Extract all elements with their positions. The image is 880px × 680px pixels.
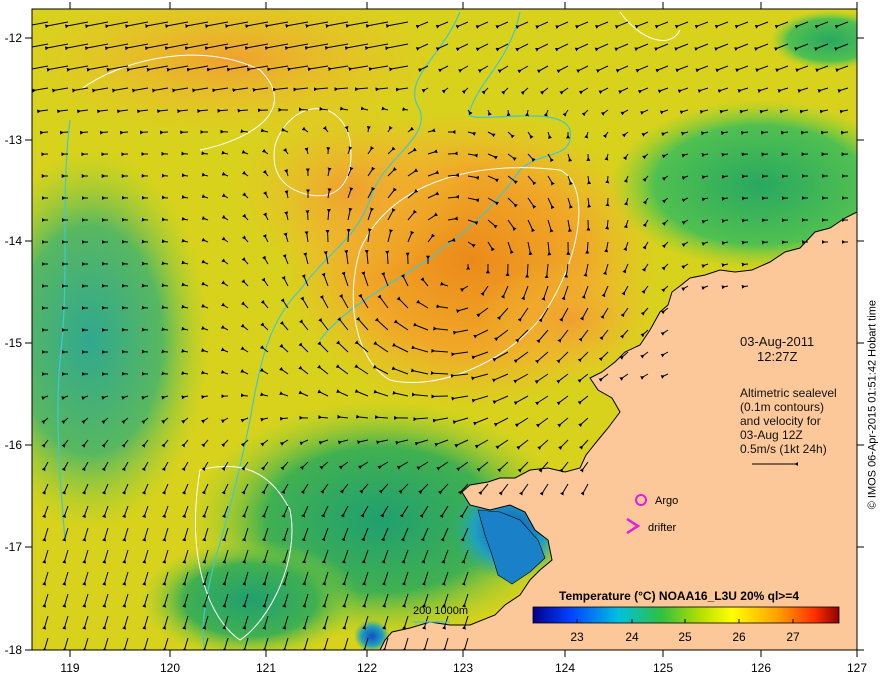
altimetry-line-5: 0.5m/s (1kt 24h) <box>740 442 827 456</box>
lat-label--17: -17 <box>5 540 23 554</box>
velocity-arrow <box>700 131 709 136</box>
velocity-arrow <box>181 326 189 331</box>
velocity-arrow <box>326 208 331 221</box>
lon-label-125: 125 <box>653 661 673 675</box>
altimetry-line-3: and velocity for <box>740 414 821 428</box>
colorbar-tick-27: 27 <box>786 630 800 644</box>
velocity-arrow <box>447 173 460 178</box>
lon-label-126: 126 <box>751 661 771 675</box>
velocity-arrow <box>374 415 389 420</box>
velocity-arrow <box>319 106 329 111</box>
lon-label-124: 124 <box>555 661 575 675</box>
velocity-arrow <box>237 108 249 113</box>
lat-label--18: -18 <box>5 643 23 657</box>
lon-label-123: 123 <box>453 661 473 675</box>
velocity-arrow <box>701 197 709 202</box>
velocity-arrow <box>181 238 189 243</box>
credit-text: © IMOS 06-Apr-2015 01:51:42 Hobart time <box>866 300 878 510</box>
velocity-arrow <box>701 175 709 180</box>
colorbar-title: Temperature (°C) NOAA16_L3U 20% ql>=4 <box>559 589 799 603</box>
velocity-arrow <box>217 108 229 113</box>
velocity-arrow <box>524 109 529 117</box>
colorbar-tick-23: 23 <box>570 630 584 644</box>
velocity-arrow <box>344 125 349 133</box>
velocity-arrow <box>201 395 209 399</box>
colorbar-tick-25: 25 <box>678 630 692 644</box>
velocity-arrow <box>346 228 351 243</box>
velocity-arrow <box>385 250 390 265</box>
colorbar: Temperature (°C) NOAA16_L3U 20% ql>=4 23… <box>532 589 840 644</box>
altimetry-note: Altimetric sealevel (0.1m contours) and … <box>740 386 837 456</box>
colorbar-tick-24: 24 <box>625 630 639 644</box>
lat-label--13: -13 <box>5 133 23 147</box>
colorbar-tick-26: 26 <box>732 630 746 644</box>
map-date: 03-Aug-2011 <box>740 334 815 349</box>
velocity-arrow <box>721 285 729 290</box>
drifter-label: drifter <box>648 522 676 534</box>
velocity-arrow <box>721 263 729 268</box>
lat-label--15: -15 <box>5 336 23 350</box>
lat-label--16: -16 <box>5 438 23 452</box>
lon-label-121: 121 <box>256 661 276 675</box>
lon-label-119: 119 <box>60 661 79 675</box>
velocity-arrow <box>221 150 229 155</box>
velocity-arrow <box>587 175 592 185</box>
velocity-arrow <box>721 219 729 224</box>
velocity-arrow <box>585 241 590 254</box>
velocity-arrow <box>181 304 189 309</box>
bathymetry-label: 200 1000m <box>413 605 468 617</box>
velocity-arrow <box>181 395 189 400</box>
map-time: 12:27Z <box>757 349 798 364</box>
altimetry-line-4: 03-Aug 12Z <box>740 428 803 442</box>
velocity-arrow <box>740 130 749 135</box>
velocity-arrow <box>720 131 729 136</box>
velocity-arrow <box>279 416 289 421</box>
lat-label--12: -12 <box>5 31 23 45</box>
velocity-arrow <box>181 348 189 353</box>
argo-label: Argo <box>655 495 678 507</box>
velocity-arrow <box>181 216 189 221</box>
velocity-arrow <box>721 241 729 246</box>
altimetry-line-1: Altimetric sealevel <box>740 386 837 400</box>
velocity-arrow <box>318 415 329 420</box>
velocity-arrow <box>525 263 530 278</box>
velocity-arrow <box>240 129 249 134</box>
velocity-arrow <box>201 172 209 177</box>
lon-label-122: 122 <box>357 661 377 675</box>
velocity-arrow <box>605 219 610 230</box>
velocity-arrow <box>701 153 709 157</box>
lon-label-120: 120 <box>160 661 180 675</box>
altimetry-line-2: (0.1m contours) <box>740 400 825 414</box>
velocity-arrow <box>181 371 189 375</box>
velocity-arrow <box>181 194 189 199</box>
lon-label-127: 127 <box>847 661 867 675</box>
lat-label--14: -14 <box>5 234 23 248</box>
